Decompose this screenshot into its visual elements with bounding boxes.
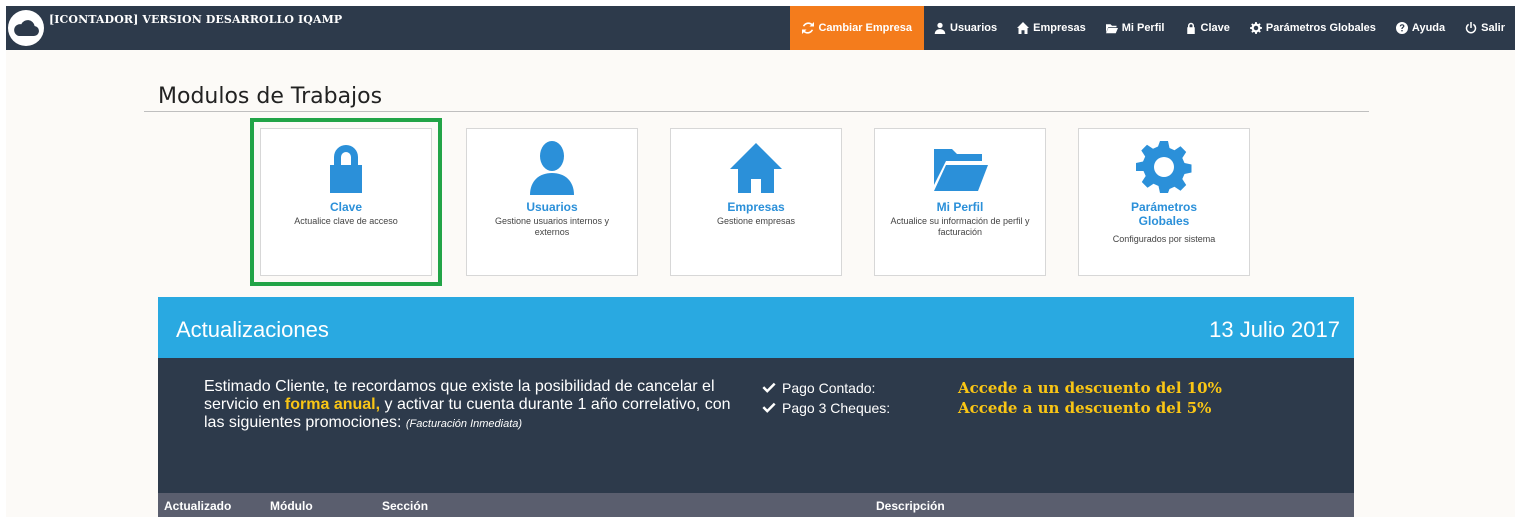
nav-clave[interactable]: Clave [1175,6,1240,50]
updates-title: Actualizaciones [176,317,329,342]
promo-item: Pago 3 Cheques: Accede a un descuento de… [762,398,1222,418]
gear-icon [1136,139,1192,195]
promo-panel: Estimado Cliente, te recordamos que exis… [158,358,1354,493]
module-title: Mi Perfil [936,200,984,214]
module-description: Gestione usuarios internos y externos [494,216,610,237]
nav-label: Clave [1200,22,1230,34]
folder-open-icon [1105,24,1118,34]
updates-header: Actualizaciones 13 Julio 2017 [158,297,1354,358]
lock-icon [318,139,374,195]
nav-label: Usuarios [950,22,998,34]
question-circle-icon [1395,22,1408,34]
promo-note: (Facturación Inmediata) [405,418,523,430]
nav-cambiar-empresa[interactable]: Cambiar Empresa [790,6,925,50]
module-title: Clave [329,200,363,214]
promo-highlight: forma anual, [284,396,381,413]
gear-icon [1249,22,1262,34]
nav-ayuda[interactable]: Ayuda [1386,6,1455,50]
module-card-clave[interactable]: Clave Actualice clave de acceso [250,118,442,286]
promo-label: Pago 3 Cheques: [782,400,891,416]
column-header-descripcion[interactable]: Descripción [876,499,945,513]
nav-parametros-globales[interactable]: Parámetros Globales [1240,6,1386,50]
module-description: Gestione empresas [716,216,796,226]
nav-salir[interactable]: Salir [1455,6,1515,50]
nav-label: Cambiar Empresa [818,22,913,34]
refresh-icon [802,22,815,34]
home-icon [1017,22,1030,34]
nav-label: Mi Perfil [1121,22,1165,34]
module-title: Empresas [727,200,785,214]
nav-label: Empresas [1033,22,1086,34]
module-title: Parámetros Globales [1130,200,1198,228]
user-icon [934,22,946,34]
user-icon [524,139,580,195]
updates-table-header: Actualizado Módulo Sección Descripción [158,493,1354,517]
promo-value: Accede a un descuento del 5% [958,399,1212,417]
promo-label: Pago Contado: [782,380,876,396]
column-header-modulo[interactable]: Módulo [270,499,313,513]
check-icon [762,401,778,415]
promo-message: Estimado Cliente, te recordamos que exis… [204,378,744,433]
module-description: Configurados por sistema [1112,234,1216,244]
top-navbar: [ICONTADOR] VERSION DESARROLLO IQAMP Cam… [6,6,1515,50]
lock-icon [1186,22,1195,34]
module-title: Usuarios [526,200,578,214]
nav-mi-perfil[interactable]: Mi Perfil [1096,6,1175,50]
cloud-icon[interactable] [8,10,44,46]
module-description: Actualice clave de acceso [294,216,398,226]
module-card-usuarios[interactable]: Usuarios Gestione usuarios internos y ex… [466,128,638,276]
nav-label: Salir [1481,22,1505,34]
nav-label: Ayuda [1411,22,1446,34]
home-icon [728,139,784,195]
power-icon [1465,22,1477,34]
column-header-actualizado[interactable]: Actualizado [164,499,231,513]
nav-label: Parámetros Globales [1265,22,1376,34]
page-title: Modulos de Trabajos [158,84,383,109]
promo-value: Accede a un descuento del 10% [958,379,1222,397]
nav-usuarios[interactable]: Usuarios [924,6,1007,50]
app-title: [ICONTADOR] VERSION DESARROLLO IQAMP [49,13,343,26]
divider [144,111,1369,112]
module-card-parametros-globales[interactable]: Parámetros Globales Configurados por sis… [1078,128,1250,276]
nav-empresas[interactable]: Empresas [1007,6,1096,50]
folder-open-icon [932,139,988,195]
promo-item: Pago Contado: Accede a un descuento del … [762,378,1222,398]
module-description: Actualice su información de perfil y fac… [890,216,1030,237]
check-icon [762,381,778,395]
updates-date: 13 Julio 2017 [1209,317,1340,342]
main-content: Modulos de Trabajos Clave Actualice clav… [6,50,1515,517]
nav-menu: Cambiar Empresa Usuarios Empresas Mi Per… [790,6,1515,50]
promo-list: Pago Contado: Accede a un descuento del … [762,378,1222,418]
column-header-seccion[interactable]: Sección [382,499,428,513]
module-card-empresas[interactable]: Empresas Gestione empresas [670,128,842,276]
module-card-mi-perfil[interactable]: Mi Perfil Actualice su información de pe… [874,128,1046,276]
